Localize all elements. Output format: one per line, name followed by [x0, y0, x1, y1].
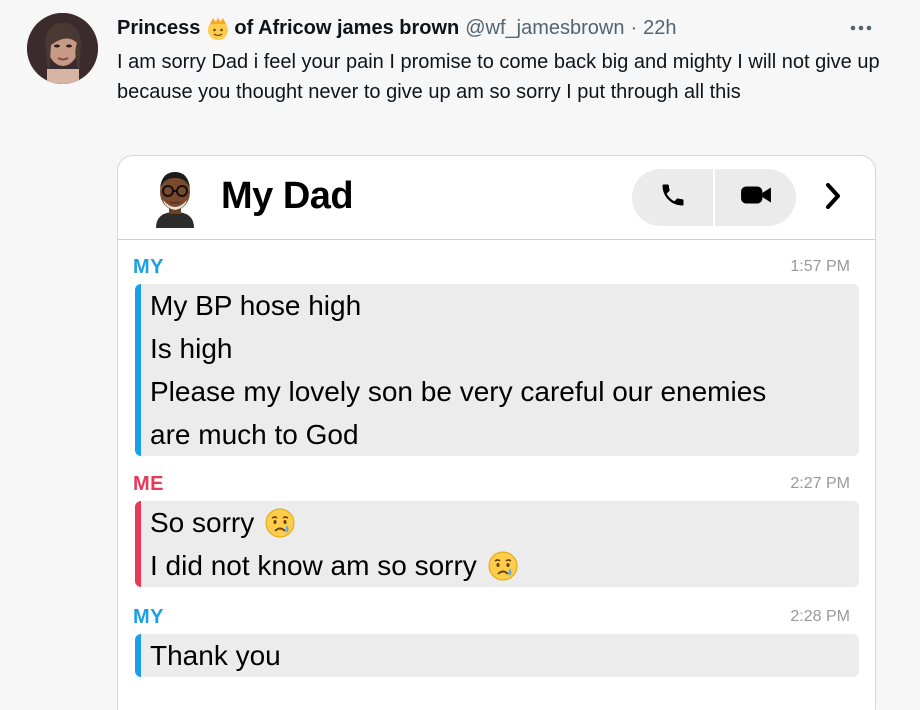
message-line: Please my lovely son be very careful our…	[150, 376, 767, 407]
chat-title: My Dad	[221, 175, 354, 217]
message-line: I did not know am so sorry	[150, 550, 477, 581]
more-options-icon[interactable]	[848, 18, 874, 38]
message-timestamp: 2:28 PM	[790, 608, 850, 625]
tweet-time[interactable]: 22h	[643, 17, 676, 40]
call-actions	[632, 169, 796, 226]
chevron-right-button[interactable]	[818, 178, 848, 218]
message-line: My BP hose high	[150, 290, 362, 321]
tweet[interactable]: Princess of Africow james brown @wf_jame…	[0, 0, 920, 710]
chat-header: My Dad	[118, 156, 875, 240]
display-name-part1[interactable]: Princess	[117, 17, 200, 40]
phone-icon	[659, 181, 687, 214]
sender-label: ME	[133, 473, 164, 495]
user-handle[interactable]: @wf_jamesbrown	[465, 17, 624, 40]
tweet-header: Princess of Africow james brown @wf_jame…	[117, 15, 677, 41]
voice-call-button[interactable]	[632, 169, 713, 226]
profile-avatar[interactable]	[27, 13, 98, 84]
message-accent-bar	[135, 501, 141, 587]
message-bubble[interactable]: My BP hose high Is high Please my lovely…	[135, 284, 859, 456]
tweet-text: I am sorry Dad i feel your pain I promis…	[117, 51, 880, 103]
message-line: So sorry	[150, 507, 255, 538]
message-bubble[interactable]: Thank you	[135, 634, 859, 677]
message-line: are much to God	[150, 419, 359, 450]
message-bubble[interactable]: So sorry I did not know am so sorry	[135, 501, 859, 587]
chevron-right-icon	[823, 181, 843, 216]
message-group: MY 1:57 PM My BP hose high Is high Pleas…	[118, 256, 875, 456]
sender-label: MY	[133, 606, 164, 628]
crying-face-emoji-icon	[264, 507, 296, 539]
sender-label: MY	[133, 256, 164, 278]
video-call-button[interactable]	[715, 169, 796, 226]
message-accent-bar	[135, 284, 141, 456]
message-group: ME 2:27 PM So sorry I did not know am so…	[118, 473, 875, 588]
message-accent-bar	[135, 634, 141, 677]
video-icon	[740, 183, 772, 212]
message-line: Is high	[150, 333, 233, 364]
princess-emoji-icon	[205, 15, 231, 41]
dad-bitmoji-icon[interactable]	[150, 168, 200, 228]
message-timestamp: 2:27 PM	[790, 475, 850, 492]
message-line: Thank you	[150, 640, 281, 671]
crying-face-emoji-icon	[487, 550, 519, 582]
message-group: MY 2:28 PM Thank you	[118, 606, 875, 681]
separator-dot: ·	[630, 16, 638, 39]
attached-screenshot[interactable]: My Dad MY 1:57 PM My BP hose high Is hig…	[117, 155, 876, 710]
display-name-part2[interactable]: of Africow james brown	[234, 17, 459, 40]
message-timestamp: 1:57 PM	[790, 258, 850, 275]
